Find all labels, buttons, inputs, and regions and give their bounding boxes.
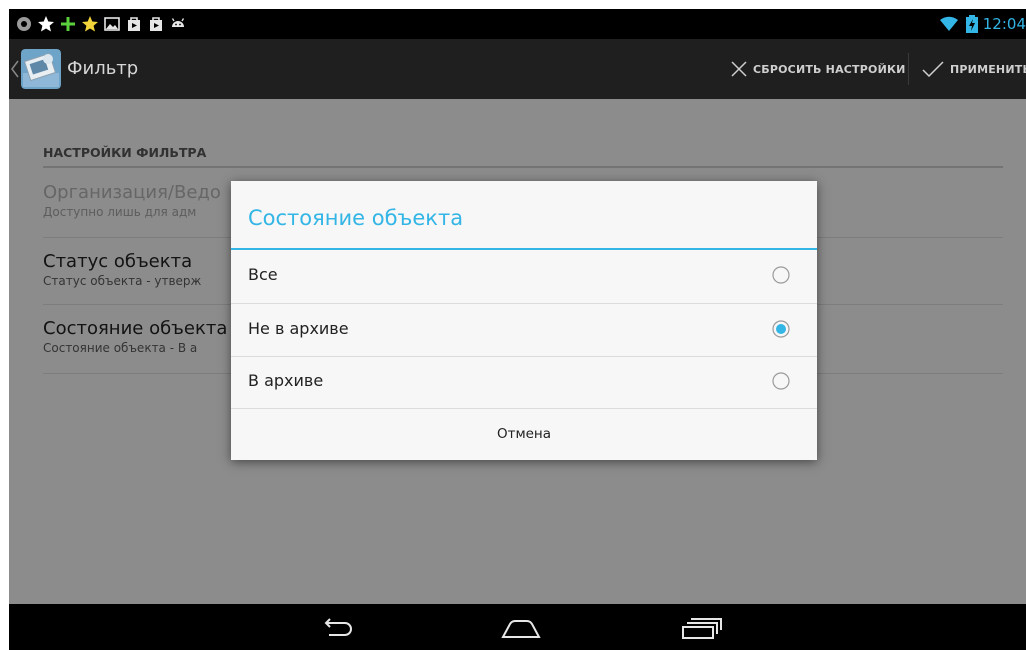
- option-all[interactable]: Все: [231, 250, 817, 302]
- radio-unchecked-icon[interactable]: [772, 372, 790, 390]
- reset-settings-label: СБРОСИТЬ НАСТРОЙКИ: [753, 62, 906, 76]
- option-label: Не в архиве: [248, 319, 349, 338]
- checkmark-icon: [922, 61, 944, 77]
- bag-icon: [128, 17, 140, 31]
- action-divider: [908, 53, 909, 85]
- radio-unchecked-icon[interactable]: [772, 266, 790, 284]
- action-bar-title: Фильтр: [67, 58, 139, 79]
- status-bar: 12:04: [9, 9, 1026, 39]
- option-label: Все: [248, 265, 278, 284]
- battery-charging-icon: [965, 15, 978, 33]
- home-icon[interactable]: [493, 610, 549, 644]
- tablet-screen: 12:04 Фильтр СБРОСИТЬ НАСТРОЙКИ ПРИМЕНИТ…: [9, 9, 1026, 650]
- image-icon: [104, 17, 120, 31]
- option-not-archived[interactable]: Не в архиве: [231, 304, 817, 356]
- reset-settings-button[interactable]: СБРОСИТЬ НАСТРОЙКИ: [731, 39, 906, 99]
- location-icon: [17, 17, 31, 31]
- apply-label: ПРИМЕНИТЬ: [950, 62, 1026, 76]
- apply-button[interactable]: ПРИМЕНИТЬ: [922, 39, 1026, 99]
- plus-icon: [61, 17, 75, 31]
- star-icon: [38, 16, 54, 32]
- navigation-bar: [9, 604, 1026, 650]
- star-icon: [82, 16, 98, 32]
- android-icon: [171, 18, 185, 27]
- option-archived[interactable]: В архиве: [231, 356, 817, 408]
- close-icon: [731, 61, 747, 77]
- radio-checked-icon[interactable]: [772, 320, 790, 338]
- bag-icon: [150, 17, 162, 31]
- recent-apps-icon[interactable]: [673, 610, 729, 644]
- cancel-button[interactable]: Отмена: [231, 408, 817, 460]
- up-caret-icon[interactable]: [11, 59, 19, 79]
- object-state-dialog: Состояние объекта Все Не в архиве В архи…: [231, 181, 817, 460]
- status-bar-right: 12:04: [939, 9, 1026, 39]
- wifi-icon: [939, 16, 958, 31]
- action-bar: Фильтр СБРОСИТЬ НАСТРОЙКИ ПРИМЕНИТЬ: [9, 39, 1026, 99]
- clock: 12:04: [982, 15, 1026, 33]
- back-icon[interactable]: [309, 610, 365, 644]
- app-icon[interactable]: [21, 49, 61, 89]
- option-label: В архиве: [248, 371, 324, 390]
- dialog-title: Состояние объекта: [248, 206, 464, 230]
